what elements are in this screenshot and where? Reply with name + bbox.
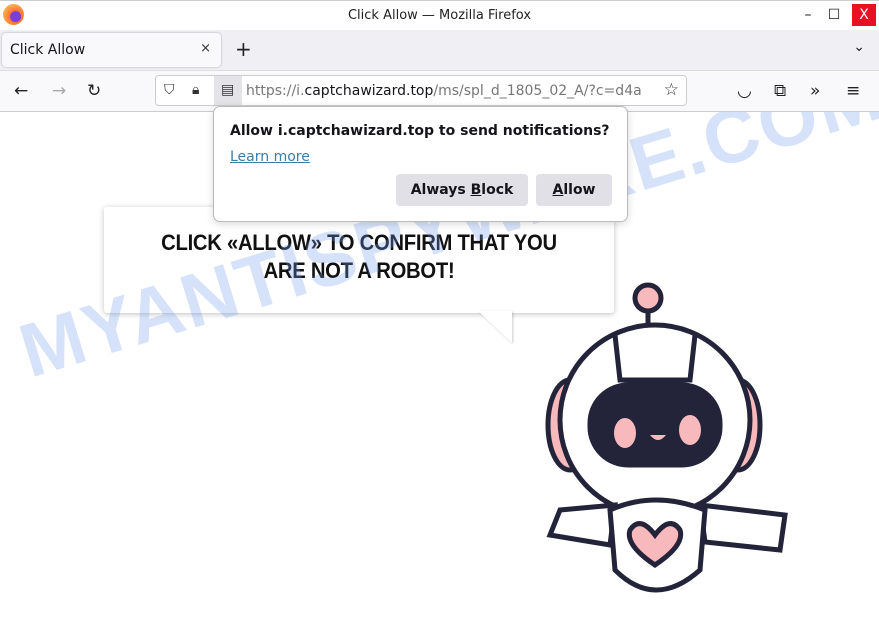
allow-button[interactable]: Allow	[536, 174, 612, 206]
url-bar[interactable]: ⛉ 🔒︎ ▤ https://i.captchawizard.top/ms/sp…	[155, 75, 687, 106]
overflow-menu-icon[interactable]: »	[810, 81, 820, 101]
notification-permission-icon[interactable]: ▤	[214, 76, 242, 105]
forward-button[interactable]: →	[52, 81, 66, 101]
window-title: Click Allow — Mozilla Firefox	[347, 8, 532, 23]
hamburger-menu-icon[interactable]: ≡	[846, 81, 860, 101]
learn-more-link[interactable]: Learn more	[230, 149, 310, 165]
close-window-button[interactable]: X	[852, 4, 876, 26]
minimize-button[interactable]: –	[797, 4, 819, 26]
robot-illustration-icon	[545, 282, 788, 593]
url-text[interactable]: https://i.captchawizard.top/ms/spl_d_180…	[246, 83, 641, 99]
tab-bar: Click Allow × + ⌄	[0, 30, 879, 70]
tab-close-icon[interactable]: ×	[200, 41, 211, 56]
tab-label: Click Allow	[10, 42, 86, 58]
lock-icon[interactable]: 🔒︎	[192, 82, 199, 98]
title-bar: Click Allow — Mozilla Firefox – ☐ X	[0, 0, 879, 30]
notification-permission-popup: Allow i.captchawizard.top to send notifi…	[213, 106, 628, 222]
tab-click-allow[interactable]: Click Allow ×	[2, 33, 221, 67]
maximize-button[interactable]: ☐	[823, 4, 845, 26]
speech-bubble-tail	[478, 311, 512, 343]
back-button[interactable]: ←	[14, 81, 28, 101]
extensions-icon[interactable]: ⧉	[774, 81, 786, 101]
new-tab-button[interactable]: +	[235, 37, 252, 61]
permission-question: Allow i.captchawizard.top to send notifi…	[230, 123, 610, 139]
pocket-icon[interactable]: ◡	[737, 81, 752, 101]
always-block-button[interactable]: Always Block	[396, 174, 528, 206]
list-tabs-chevron-icon[interactable]: ⌄	[853, 39, 865, 55]
reload-button[interactable]: ↻	[87, 81, 101, 101]
shield-icon[interactable]: ⛉	[164, 82, 175, 98]
bookmark-star-icon[interactable]: ☆	[664, 80, 679, 100]
